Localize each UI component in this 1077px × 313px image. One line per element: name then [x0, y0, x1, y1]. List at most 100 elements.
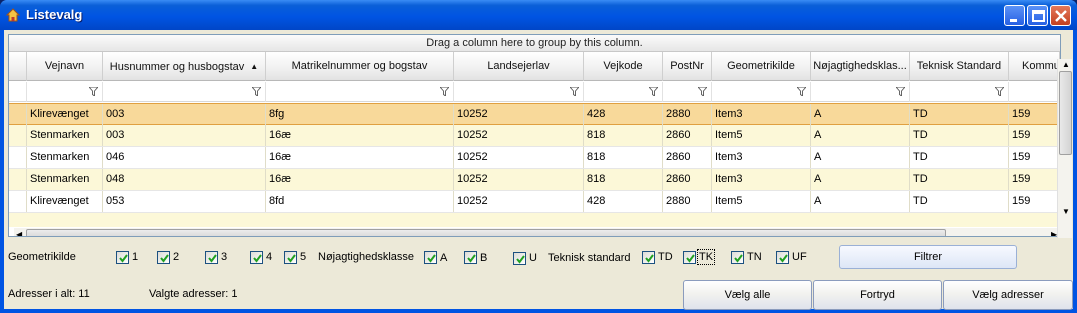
cell-matrikelnummer[interactable]: 16æ [266, 147, 454, 168]
column-header-landsejerlav[interactable]: Landsejerlav [454, 52, 584, 81]
cell-geometrikilde[interactable]: Item5 [712, 191, 811, 212]
cell-teknisk-standard[interactable]: TD [910, 147, 1009, 168]
column-header-vejkode[interactable]: Vejkode [584, 52, 663, 81]
filter-button[interactable]: Filtrer [839, 245, 1017, 269]
cell-vejkode[interactable]: 428 [584, 104, 663, 125]
cell-vejnavn[interactable]: Stenmarken [27, 147, 103, 168]
column-header-husnummer[interactable]: Husnummer og husbogstav ▲ [103, 52, 266, 81]
minimize-button[interactable] [1004, 5, 1025, 26]
maximize-button[interactable] [1027, 5, 1048, 26]
geometri-2-checkbox[interactable] [157, 251, 170, 264]
noejagtighed-a-checkbox[interactable] [424, 251, 437, 264]
filter-icon[interactable] [797, 87, 806, 96]
geometri-5-checkbox[interactable] [284, 251, 297, 264]
select-all-button[interactable]: Vælg alle [683, 280, 812, 310]
cell-noejagtighedsklasse[interactable]: A [811, 125, 910, 146]
scroll-down-icon[interactable]: ▼ [1062, 207, 1070, 216]
geometri-4-checkbox[interactable] [250, 251, 263, 264]
cell-landsejerlav[interactable]: 10252 [454, 147, 584, 168]
cell-vejnavn[interactable]: Klirevænget [27, 191, 103, 212]
filter-cell-postnr[interactable] [663, 82, 712, 102]
column-header-kommune[interactable]: Kommu [1009, 52, 1060, 81]
table-row[interactable]: Stenmarken 046 16æ 10252 818 2860 Item3 … [9, 147, 1060, 169]
cell-postnr[interactable]: 2880 [663, 104, 712, 125]
vertical-scrollbar[interactable]: ▲ ▼ [1057, 59, 1072, 238]
column-header-geometrikilde[interactable]: Geometrikilde [712, 52, 811, 81]
cell-teknisk-standard[interactable]: TD [910, 191, 1009, 212]
cell-noejagtighedsklasse[interactable]: A [811, 191, 910, 212]
horizontal-scroll-thumb[interactable] [26, 229, 946, 236]
cell-husnummer[interactable]: 048 [103, 169, 266, 190]
filter-icon[interactable] [896, 87, 905, 96]
cell-landsejerlav[interactable]: 10252 [454, 104, 584, 125]
scroll-up-icon[interactable]: ▲ [1062, 60, 1070, 69]
cell-husnummer[interactable]: 046 [103, 147, 266, 168]
filter-cell-noejagtighedsklasse[interactable] [811, 82, 910, 102]
teknisk-uf-checkbox[interactable] [776, 251, 789, 264]
filter-cell-husnummer[interactable] [103, 82, 266, 102]
cell-vejnavn[interactable]: Stenmarken [27, 169, 103, 190]
cell-postnr[interactable]: 2860 [663, 147, 712, 168]
noejagtighed-u-checkbox[interactable] [513, 252, 526, 265]
choose-addresses-button[interactable]: Vælg adresser [943, 280, 1073, 310]
cell-matrikelnummer[interactable]: 16æ [266, 125, 454, 146]
cell-noejagtighedsklasse[interactable]: A [811, 104, 910, 125]
cell-vejkode[interactable]: 818 [584, 125, 663, 146]
cell-teknisk-standard[interactable]: TD [910, 169, 1009, 190]
cell-vejkode[interactable]: 818 [584, 169, 663, 190]
cell-matrikelnummer[interactable]: 8fd [266, 191, 454, 212]
cell-postnr[interactable]: 2860 [663, 169, 712, 190]
filter-cell-teknisk-standard[interactable] [910, 82, 1009, 102]
teknisk-td-checkbox[interactable] [642, 251, 655, 264]
cell-postnr[interactable]: 2880 [663, 191, 712, 212]
noejagtighed-b-checkbox[interactable] [464, 251, 477, 264]
column-header-vejnavn[interactable]: Vejnavn [27, 52, 103, 81]
cell-vejkode[interactable]: 818 [584, 147, 663, 168]
cell-kommune[interactable]: 159 [1009, 191, 1060, 212]
cell-geometrikilde[interactable]: Item5 [712, 125, 811, 146]
filter-icon[interactable] [995, 87, 1004, 96]
cell-kommune[interactable]: 159 [1009, 125, 1060, 146]
cell-geometrikilde[interactable]: Item3 [712, 169, 811, 190]
teknisk-tk-checkbox[interactable] [683, 251, 696, 264]
title-bar[interactable]: Listevalg [0, 0, 1077, 30]
cell-husnummer[interactable]: 053 [103, 191, 266, 212]
teknisk-tn-checkbox[interactable] [731, 251, 744, 264]
table-row[interactable]: Stenmarken 003 16æ 10252 818 2860 Item5 … [9, 125, 1060, 147]
filter-cell-vejkode[interactable] [584, 82, 663, 102]
cell-landsejerlav[interactable]: 10252 [454, 191, 584, 212]
cell-postnr[interactable]: 2860 [663, 125, 712, 146]
cell-kommune[interactable]: 159 [1009, 169, 1060, 190]
filter-icon[interactable] [89, 87, 98, 96]
close-button[interactable] [1050, 5, 1071, 26]
geometri-1-checkbox[interactable] [116, 251, 129, 264]
filter-icon[interactable] [649, 87, 658, 96]
column-header-noejagtighedsklasse[interactable]: Nøjagtighedsklas... [811, 52, 910, 81]
cell-matrikelnummer[interactable]: 8fg [266, 104, 454, 125]
table-row-partial[interactable] [9, 213, 1060, 227]
filter-icon[interactable] [570, 87, 579, 96]
column-header-teknisk-standard[interactable]: Teknisk Standard [910, 52, 1009, 81]
cell-noejagtighedsklasse[interactable]: A [811, 169, 910, 190]
vertical-scroll-thumb[interactable] [1059, 71, 1072, 155]
group-by-panel[interactable]: Drag a column here to group by this colu… [9, 35, 1060, 52]
cell-husnummer[interactable]: 003 [103, 125, 266, 146]
table-row[interactable]: Stenmarken 048 16æ 10252 818 2860 Item3 … [9, 169, 1060, 191]
filter-cell-vejnavn[interactable] [27, 82, 103, 102]
horizontal-scrollbar[interactable]: ◀ ▶ [14, 228, 1060, 236]
cell-teknisk-standard[interactable]: TD [910, 125, 1009, 146]
cell-vejnavn[interactable]: Stenmarken [27, 125, 103, 146]
filter-cell-landsejerlav[interactable] [454, 82, 584, 102]
geometri-3-checkbox[interactable] [205, 251, 218, 264]
filter-icon[interactable] [252, 87, 261, 96]
cell-teknisk-standard[interactable]: TD [910, 104, 1009, 125]
filter-cell-geometrikilde[interactable] [712, 82, 811, 102]
cell-geometrikilde[interactable]: Item3 [712, 147, 811, 168]
cell-landsejerlav[interactable]: 10252 [454, 169, 584, 190]
cell-kommune[interactable]: 159 [1009, 104, 1060, 125]
cell-noejagtighedsklasse[interactable]: A [811, 147, 910, 168]
column-header-matrikelnummer[interactable]: Matrikelnummer og bogstav [266, 52, 454, 81]
column-header-postnr[interactable]: PostNr [663, 52, 712, 81]
cell-landsejerlav[interactable]: 10252 [454, 125, 584, 146]
undo-button[interactable]: Fortryd [813, 280, 942, 310]
